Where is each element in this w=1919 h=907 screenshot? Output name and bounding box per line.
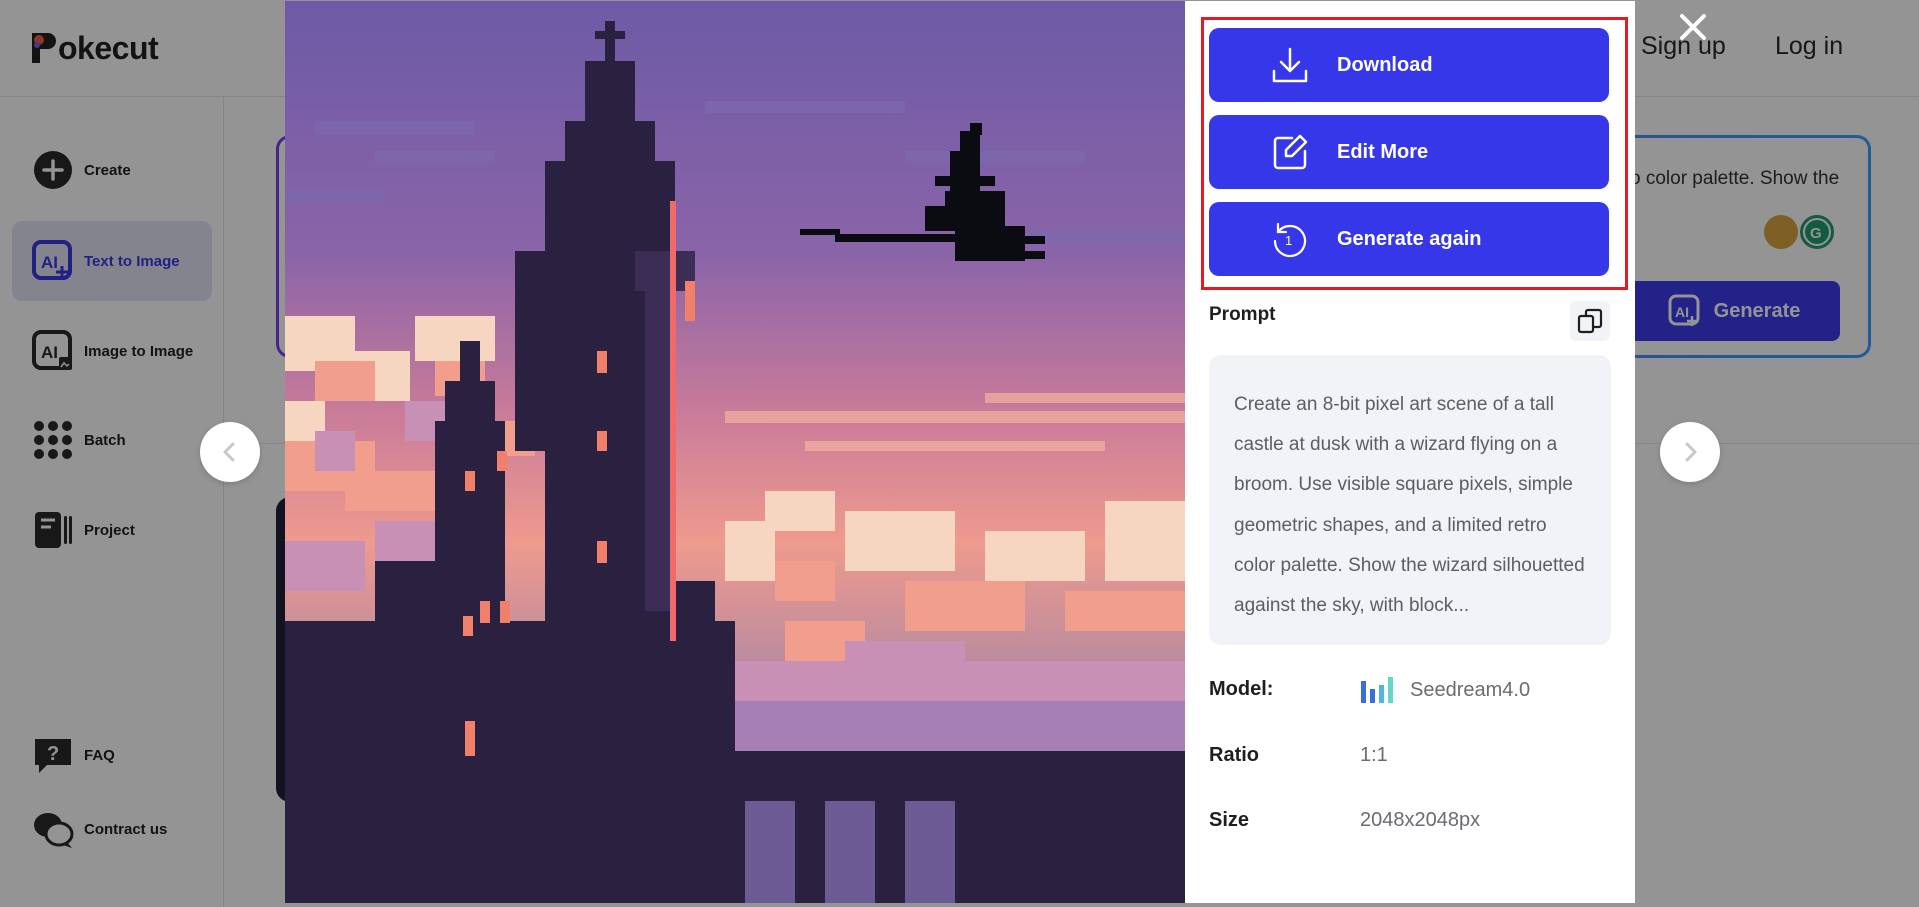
copy-prompt-button[interactable] (1570, 301, 1610, 341)
generated-image (285, 1, 1185, 903)
size-label: Size (1209, 809, 1250, 831)
generate-again-button[interactable]: 1 Generate again (1209, 202, 1609, 276)
download-label: Download (1337, 53, 1433, 76)
size-value: 2048x2048px (1360, 809, 1481, 831)
prompt-heading: Prompt (1209, 304, 1276, 325)
prompt-text: Create an 8-bit pixel art scene of a tal… (1234, 394, 1585, 617)
edit-more-button[interactable]: Edit More (1209, 115, 1609, 189)
ratio-value: 1:1 (1360, 744, 1388, 766)
svg-text:1: 1 (1285, 233, 1292, 248)
prompt-box: Create an 8-bit pixel art scene of a tal… (1209, 355, 1611, 645)
close-modal-button[interactable] (1675, 9, 1711, 45)
image-details-panel: Download Edit More 1 Generate again Prom… (1185, 1, 1635, 903)
model-label: Model: (1209, 678, 1274, 700)
edit-more-label: Edit More (1337, 140, 1429, 163)
generate-again-label: Generate again (1337, 227, 1482, 250)
regenerate-icon: 1 (1269, 218, 1311, 260)
chevron-left-icon (223, 442, 235, 462)
chevron-right-icon (1685, 442, 1697, 462)
copy-icon (1577, 308, 1603, 334)
download-icon (1269, 44, 1311, 86)
next-image-button[interactable] (1660, 422, 1720, 482)
model-value: Seedream4.0 (1360, 675, 1530, 705)
ratio-label: Ratio (1209, 744, 1259, 766)
model-name: Seedream4.0 (1410, 678, 1531, 701)
download-button[interactable]: Download (1209, 28, 1609, 102)
seedream-logo-icon (1361, 677, 1393, 703)
previous-image-button[interactable] (200, 422, 260, 482)
close-icon (1680, 14, 1706, 40)
edit-icon (1269, 131, 1311, 173)
